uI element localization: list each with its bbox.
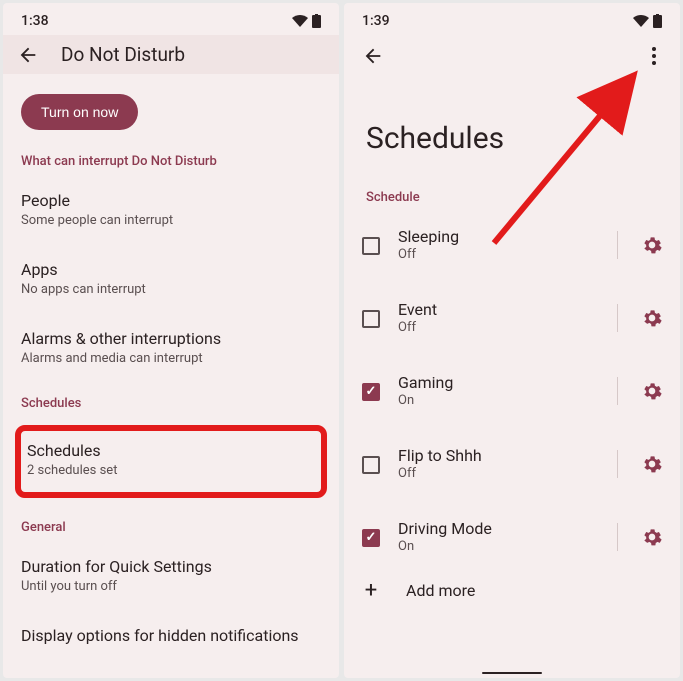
schedule-info: Gaming On [398,373,593,408]
setting-title: Duration for Quick Settings [21,557,321,576]
setting-people[interactable]: People Some people can interrupt [3,179,339,240]
schedule-row[interactable]: Flip to Shhh Off [344,434,680,493]
schedule-checkbox[interactable] [362,310,380,328]
page-title: Schedules [344,67,680,190]
schedule-name: Flip to Shhh [398,446,593,465]
plus-icon: + [362,578,380,603]
schedule-name: Event [398,300,593,319]
schedule-checkbox[interactable] [362,529,380,547]
setting-title: Display options for hidden notifications [21,626,321,645]
setting-subtitle: Some people can interrupt [21,213,321,228]
status-time: 1:38 [21,13,49,29]
divider [617,377,618,405]
schedule-checkbox[interactable] [362,456,380,474]
schedule-status: On [398,539,593,554]
schedule-info: Flip to Shhh Off [398,446,593,481]
battery-icon [653,14,662,28]
schedule-row[interactable]: Sleeping Off [344,215,680,274]
setting-subtitle: Alarms and media can interrupt [21,351,321,366]
status-bar: 1:38 [3,3,339,35]
divider [617,450,618,478]
highlighted-schedules-item[interactable]: Schedules 2 schedules set [15,425,327,498]
section-header-interrupt: What can interrupt Do Not Disturb [3,154,339,179]
schedule-checkbox[interactable] [362,383,380,401]
status-time: 1:39 [362,13,390,29]
schedule-status: Off [398,247,593,262]
header-bar [344,35,680,67]
setting-display-options[interactable]: Display options for hidden notifications [3,614,339,660]
schedule-checkbox[interactable] [362,237,380,255]
home-indicator[interactable] [482,672,542,674]
content: Turn on now What can interrupt Do Not Di… [3,74,339,678]
gear-icon[interactable] [642,308,662,328]
divider [617,304,618,332]
schedule-status: Off [398,320,593,335]
setting-subtitle: No apps can interrupt [21,282,321,297]
screen-schedules: 1:39 Schedules Schedule Sleeping Off Eve… [344,3,680,678]
setting-subtitle: 2 schedules set [27,463,315,478]
section-header-general: General [3,520,339,545]
status-bar: 1:39 [344,3,680,35]
battery-icon [312,14,321,28]
schedule-row[interactable]: Driving Mode On [344,507,680,566]
turn-on-now-button[interactable]: Turn on now [21,94,138,130]
setting-title: Schedules [27,441,315,460]
gear-icon[interactable] [642,454,662,474]
schedule-name: Driving Mode [398,519,593,538]
page-title: Do Not Disturb [61,43,185,66]
setting-title: People [21,191,321,210]
schedule-status: On [398,393,593,408]
schedule-status: Off [398,466,593,481]
gear-icon[interactable] [642,527,662,547]
gear-icon[interactable] [642,381,662,401]
section-header-schedule: Schedule [344,190,680,215]
schedule-row[interactable]: Event Off [344,288,680,347]
setting-alarms[interactable]: Alarms & other interruptions Alarms and … [3,317,339,378]
status-icons [633,14,662,28]
schedule-row[interactable]: Gaming On [344,361,680,420]
header-bar: Do Not Disturb [3,35,339,74]
schedule-info: Sleeping Off [398,227,593,262]
add-more-row[interactable]: + Add more [344,566,680,615]
divider [617,231,618,259]
setting-apps[interactable]: Apps No apps can interrupt [3,248,339,309]
setting-title: Apps [21,260,321,279]
schedule-name: Sleeping [398,227,593,246]
status-icons [292,14,321,28]
wifi-icon [633,15,649,27]
schedule-list: Sleeping Off Event Off Gaming On Flip to… [344,215,680,566]
section-header-schedules: Schedules [3,396,339,421]
back-icon[interactable] [17,44,39,66]
overflow-menu-icon[interactable] [646,46,662,66]
setting-subtitle: Until you turn off [21,579,321,594]
wifi-icon [292,15,308,27]
divider [617,523,618,551]
gear-icon[interactable] [642,235,662,255]
schedule-info: Event Off [398,300,593,335]
schedule-name: Gaming [398,373,593,392]
setting-duration[interactable]: Duration for Quick Settings Until you tu… [3,545,339,606]
back-icon[interactable] [362,45,384,67]
schedule-info: Driving Mode On [398,519,593,554]
setting-title: Alarms & other interruptions [21,329,321,348]
screen-dnd-settings: 1:38 Do Not Disturb Turn on now What can… [3,3,339,678]
add-more-label: Add more [398,581,475,600]
